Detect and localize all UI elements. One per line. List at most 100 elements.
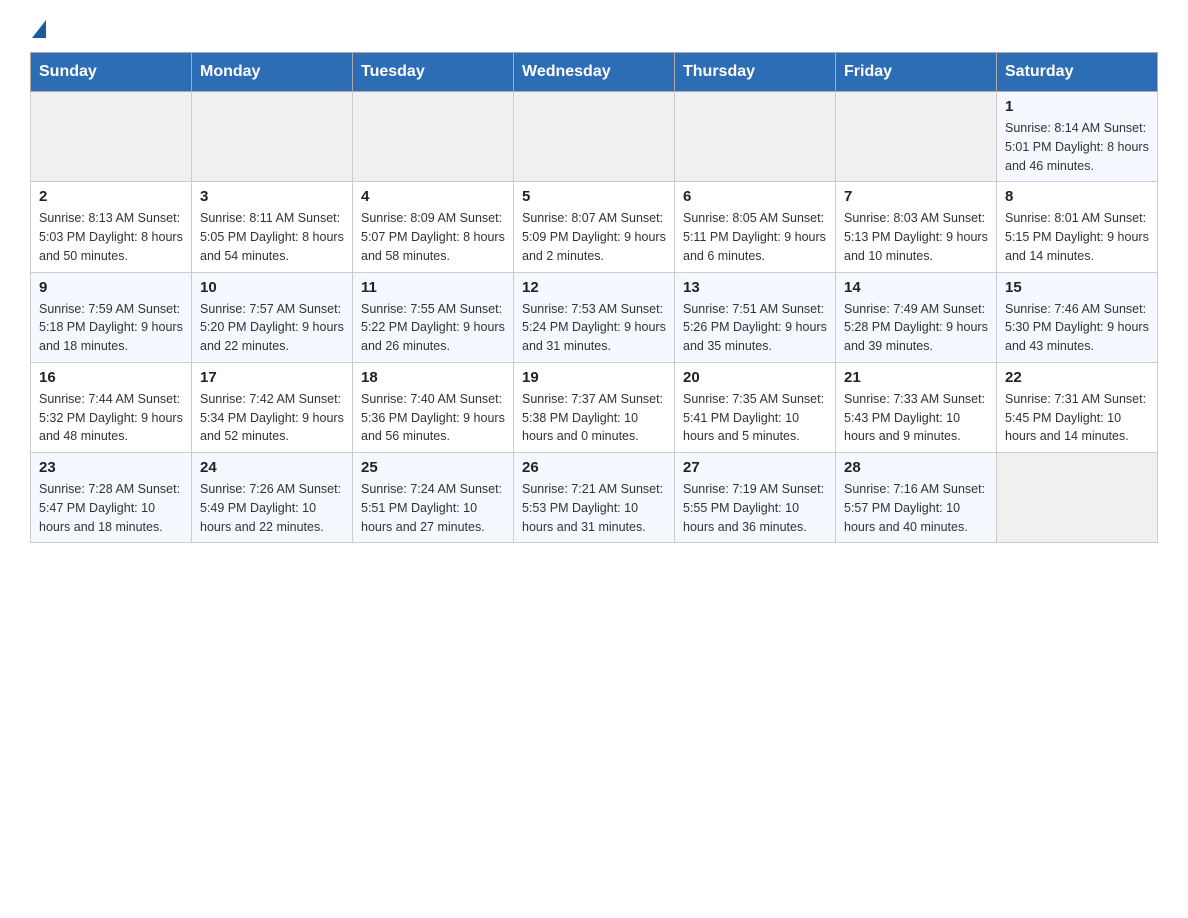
calendar-cell: 2 Sunrise: 8:13 AM Sunset: 5:03 PM Daylig… <box>31 182 192 272</box>
calendar-cell: 6 Sunrise: 8:05 AM Sunset: 5:11 PM Daylig… <box>675 182 836 272</box>
day-number: 9 <box>39 279 183 296</box>
page-header <box>30 20 1158 32</box>
calendar-week-row: 23 Sunrise: 7:28 AM Sunset: 5:47 PM Dayli… <box>31 453 1158 543</box>
calendar-cell: 25Sunrise: 7:24 AM Sunset: 5:51 PM Dayli… <box>353 453 514 543</box>
day-number: 22 <box>1005 369 1149 386</box>
calendar-cell: 10 Sunrise: 7:57 AM Sunset: 5:20 PM Dayli… <box>192 272 353 362</box>
calendar-cell: 13 Sunrise: 7:51 AM Sunset: 5:26 PM Dayli… <box>675 272 836 362</box>
day-number: 4 <box>361 188 505 205</box>
day-info: Sunrise: 7:24 AM Sunset: 5:51 PM Dayligh… <box>361 480 505 536</box>
day-info: Sunrise: 7:40 AM Sunset: 5:36 PM Dayligh… <box>361 390 505 446</box>
day-info: Sunrise: 7:53 AM Sunset: 5:24 PM Dayligh… <box>522 300 666 356</box>
calendar-week-row: 9 Sunrise: 7:59 AM Sunset: 5:18 PM Daylig… <box>31 272 1158 362</box>
calendar-cell: 14 Sunrise: 7:49 AM Sunset: 5:28 PM Dayli… <box>836 272 997 362</box>
day-number: 2 <box>39 188 183 205</box>
day-number: 24 <box>200 459 344 476</box>
day-info: Sunrise: 7:28 AM Sunset: 5:47 PM Dayligh… <box>39 480 183 536</box>
day-info: Sunrise: 7:21 AM Sunset: 5:53 PM Dayligh… <box>522 480 666 536</box>
calendar-cell <box>997 453 1158 543</box>
day-number: 18 <box>361 369 505 386</box>
calendar-cell: 18 Sunrise: 7:40 AM Sunset: 5:36 PM Dayli… <box>353 362 514 452</box>
calendar-cell: 24 Sunrise: 7:26 AM Sunset: 5:49 PM Dayli… <box>192 453 353 543</box>
day-number: 14 <box>844 279 988 296</box>
day-number: 6 <box>683 188 827 205</box>
calendar-cell: 16 Sunrise: 7:44 AM Sunset: 5:32 PM Dayli… <box>31 362 192 452</box>
day-info: Sunrise: 8:14 AM Sunset: 5:01 PM Dayligh… <box>1005 119 1149 175</box>
day-info: Sunrise: 7:19 AM Sunset: 5:55 PM Dayligh… <box>683 480 827 536</box>
day-of-week-header: Saturday <box>997 53 1158 92</box>
day-info: Sunrise: 7:49 AM Sunset: 5:28 PM Dayligh… <box>844 300 988 356</box>
day-number: 21 <box>844 369 988 386</box>
calendar-cell: 3 Sunrise: 8:11 AM Sunset: 5:05 PM Daylig… <box>192 182 353 272</box>
calendar-cell: 4 Sunrise: 8:09 AM Sunset: 5:07 PM Daylig… <box>353 182 514 272</box>
logo <box>30 20 46 32</box>
logo-triangle-icon <box>32 20 46 38</box>
day-of-week-header: Wednesday <box>514 53 675 92</box>
day-number: 28 <box>844 459 988 476</box>
day-info: Sunrise: 7:33 AM Sunset: 5:43 PM Dayligh… <box>844 390 988 446</box>
day-number: 10 <box>200 279 344 296</box>
calendar-cell: 15Sunrise: 7:46 AM Sunset: 5:30 PM Dayli… <box>997 272 1158 362</box>
day-number: 27 <box>683 459 827 476</box>
day-of-week-header: Monday <box>192 53 353 92</box>
day-number: 16 <box>39 369 183 386</box>
day-of-week-header: Thursday <box>675 53 836 92</box>
calendar-cell: 11 Sunrise: 7:55 AM Sunset: 5:22 PM Dayli… <box>353 272 514 362</box>
calendar-cell: 17Sunrise: 7:42 AM Sunset: 5:34 PM Dayli… <box>192 362 353 452</box>
day-number: 12 <box>522 279 666 296</box>
day-number: 26 <box>522 459 666 476</box>
day-number: 23 <box>39 459 183 476</box>
calendar-week-row: 1Sunrise: 8:14 AM Sunset: 5:01 PM Daylig… <box>31 92 1158 182</box>
day-of-week-header: Tuesday <box>353 53 514 92</box>
calendar-cell: 19 Sunrise: 7:37 AM Sunset: 5:38 PM Dayli… <box>514 362 675 452</box>
day-info: Sunrise: 7:31 AM Sunset: 5:45 PM Dayligh… <box>1005 390 1149 446</box>
calendar-cell: 8Sunrise: 8:01 AM Sunset: 5:15 PM Daylig… <box>997 182 1158 272</box>
calendar-cell <box>836 92 997 182</box>
day-of-week-header: Friday <box>836 53 997 92</box>
calendar-cell: 26 Sunrise: 7:21 AM Sunset: 5:53 PM Dayli… <box>514 453 675 543</box>
day-of-week-header: Sunday <box>31 53 192 92</box>
calendar-cell: 7Sunrise: 8:03 AM Sunset: 5:13 PM Daylig… <box>836 182 997 272</box>
day-number: 5 <box>522 188 666 205</box>
calendar-cell: 23 Sunrise: 7:28 AM Sunset: 5:47 PM Dayli… <box>31 453 192 543</box>
day-info: Sunrise: 7:55 AM Sunset: 5:22 PM Dayligh… <box>361 300 505 356</box>
calendar-table: SundayMondayTuesdayWednesdayThursdayFrid… <box>30 52 1158 543</box>
day-info: Sunrise: 7:35 AM Sunset: 5:41 PM Dayligh… <box>683 390 827 446</box>
day-info: Sunrise: 7:44 AM Sunset: 5:32 PM Dayligh… <box>39 390 183 446</box>
calendar-cell: 5 Sunrise: 8:07 AM Sunset: 5:09 PM Daylig… <box>514 182 675 272</box>
day-info: Sunrise: 8:05 AM Sunset: 5:11 PM Dayligh… <box>683 209 827 265</box>
day-info: Sunrise: 8:09 AM Sunset: 5:07 PM Dayligh… <box>361 209 505 265</box>
day-info: Sunrise: 8:07 AM Sunset: 5:09 PM Dayligh… <box>522 209 666 265</box>
day-info: Sunrise: 7:26 AM Sunset: 5:49 PM Dayligh… <box>200 480 344 536</box>
day-info: Sunrise: 8:11 AM Sunset: 5:05 PM Dayligh… <box>200 209 344 265</box>
calendar-cell: 20 Sunrise: 7:35 AM Sunset: 5:41 PM Dayli… <box>675 362 836 452</box>
day-info: Sunrise: 7:37 AM Sunset: 5:38 PM Dayligh… <box>522 390 666 446</box>
day-number: 7 <box>844 188 988 205</box>
day-info: Sunrise: 8:13 AM Sunset: 5:03 PM Dayligh… <box>39 209 183 265</box>
day-number: 15 <box>1005 279 1149 296</box>
day-number: 11 <box>361 279 505 296</box>
calendar-cell <box>192 92 353 182</box>
calendar-cell: 12 Sunrise: 7:53 AM Sunset: 5:24 PM Dayli… <box>514 272 675 362</box>
day-info: Sunrise: 7:51 AM Sunset: 5:26 PM Dayligh… <box>683 300 827 356</box>
calendar-week-row: 2 Sunrise: 8:13 AM Sunset: 5:03 PM Daylig… <box>31 182 1158 272</box>
calendar-cell: 9 Sunrise: 7:59 AM Sunset: 5:18 PM Daylig… <box>31 272 192 362</box>
calendar-cell <box>514 92 675 182</box>
day-number: 20 <box>683 369 827 386</box>
calendar-header-row: SundayMondayTuesdayWednesdayThursdayFrid… <box>31 53 1158 92</box>
day-number: 13 <box>683 279 827 296</box>
calendar-cell <box>353 92 514 182</box>
calendar-cell <box>31 92 192 182</box>
calendar-cell: 1Sunrise: 8:14 AM Sunset: 5:01 PM Daylig… <box>997 92 1158 182</box>
calendar-week-row: 16 Sunrise: 7:44 AM Sunset: 5:32 PM Dayli… <box>31 362 1158 452</box>
day-number: 3 <box>200 188 344 205</box>
calendar-cell: 27 Sunrise: 7:19 AM Sunset: 5:55 PM Dayli… <box>675 453 836 543</box>
calendar-cell: 21 Sunrise: 7:33 AM Sunset: 5:43 PM Dayli… <box>836 362 997 452</box>
day-number: 19 <box>522 369 666 386</box>
day-info: Sunrise: 7:16 AM Sunset: 5:57 PM Dayligh… <box>844 480 988 536</box>
day-info: Sunrise: 7:42 AM Sunset: 5:34 PM Dayligh… <box>200 390 344 446</box>
day-info: Sunrise: 7:59 AM Sunset: 5:18 PM Dayligh… <box>39 300 183 356</box>
day-info: Sunrise: 7:57 AM Sunset: 5:20 PM Dayligh… <box>200 300 344 356</box>
calendar-cell <box>675 92 836 182</box>
calendar-cell: 22 Sunrise: 7:31 AM Sunset: 5:45 PM Dayli… <box>997 362 1158 452</box>
